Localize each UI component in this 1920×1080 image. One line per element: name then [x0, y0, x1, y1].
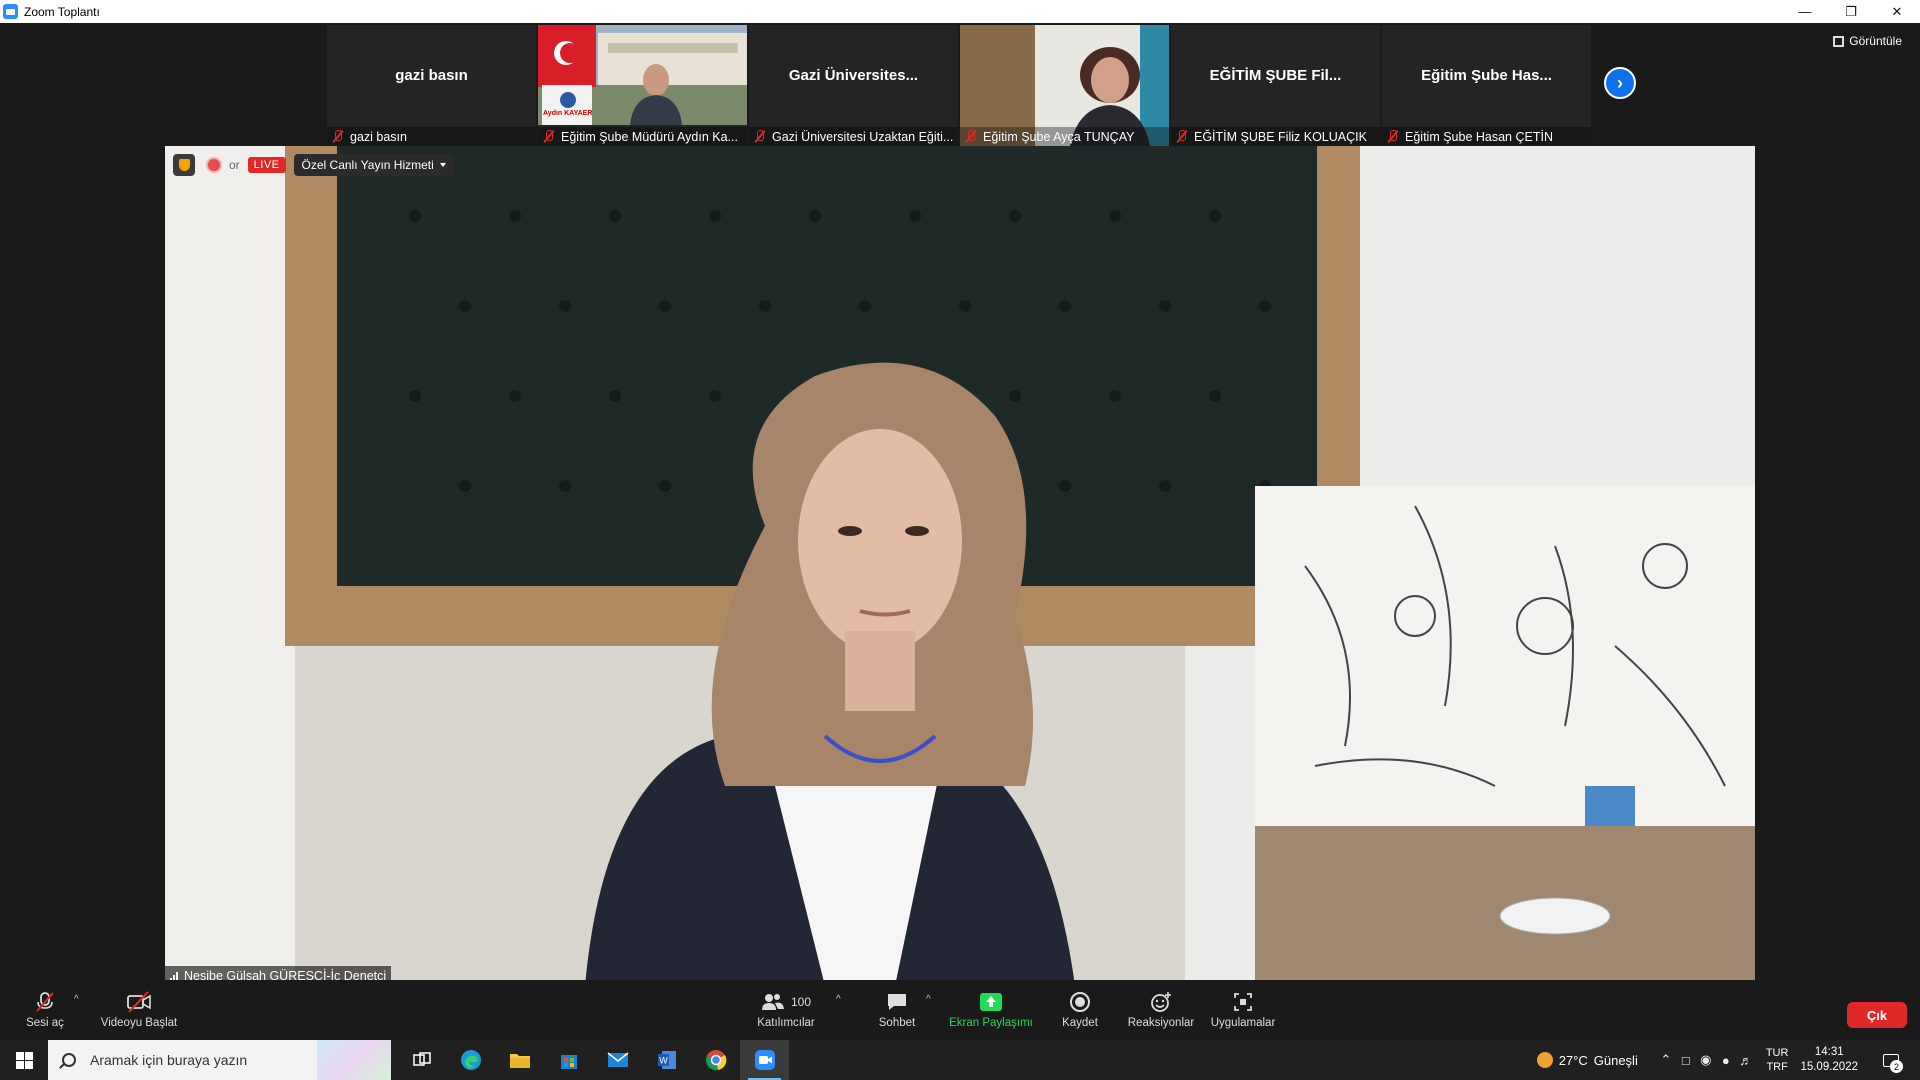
participant-tile[interactable]: Gazi Üniversites... Gazi Üniversitesi Uz… — [749, 25, 958, 146]
caret-down-icon — [439, 163, 446, 167]
smiley-icon — [1151, 992, 1171, 1012]
meeting-toolbar: Sesi aç ^ Videoyu Başlat 100 Katılımcıla… — [0, 980, 1920, 1040]
windows-logo-icon — [15, 1051, 33, 1069]
chrome-icon[interactable] — [691, 1040, 740, 1080]
windows-taskbar: Aramak için buraya yazın W 27°C Güneşli … — [0, 1040, 1920, 1080]
speaker-icon[interactable]: ♬ — [1736, 1040, 1756, 1080]
participant-strip: gazi basın gazi basın Aydın KAYAER Eğiti… — [327, 25, 1591, 146]
next-page-button[interactable]: › — [1604, 67, 1636, 99]
leave-button[interactable]: Çık — [1847, 1002, 1907, 1028]
search-icon — [62, 1053, 76, 1067]
chevron-up-icon[interactable]: ⌃ — [1656, 1040, 1676, 1080]
search-placeholder: Aramak için buraya yazın — [90, 1052, 248, 1068]
mic-muted-icon — [754, 130, 766, 143]
edge-browser-icon[interactable] — [446, 1040, 495, 1080]
recording-icon — [203, 154, 225, 176]
file-explorer-icon[interactable] — [495, 1040, 544, 1080]
participant-display-name: EĞİTİM ŞUBE Fil... — [1209, 66, 1342, 84]
participant-tile[interactable]: Aydın KAYAER Eğitim Şube Müdürü Aydın Ka… — [538, 25, 747, 146]
participant-name-label: Eğitim Şube Ayça TUNÇAY — [960, 127, 1169, 146]
participant-name-label: gazi basın — [327, 127, 536, 146]
notification-center-button[interactable]: 2 — [1876, 1040, 1906, 1080]
close-button[interactable]: ✕ — [1874, 0, 1920, 23]
clock-date: 15.09.2022 — [1800, 1061, 1858, 1073]
mail-icon[interactable] — [593, 1040, 642, 1080]
main-speaker-video: or LIVE Özel Canlı Yayın Hizmeti Nesibe … — [165, 146, 1755, 986]
grid-view-icon — [1833, 35, 1845, 47]
system-tray: 27°C Güneşli ⌃ □ ◉ ● ♬ TUR TRF 14:31 15.… — [1536, 1040, 1920, 1080]
reactions-button[interactable]: Reaksiyonlar — [1116, 990, 1206, 1029]
meeting-indicators: or LIVE Özel Canlı Yayın Hizmeti — [173, 154, 454, 176]
participants-icon — [761, 994, 784, 1010]
participant-name-label: EĞİTİM ŞUBE Filiz KOLUAÇIK — [1171, 127, 1380, 146]
participant-tile[interactable]: EĞİTİM ŞUBE Fil... EĞİTİM ŞUBE Filiz KOL… — [1171, 25, 1380, 146]
live-badge: LIVE — [247, 157, 286, 173]
chat-options-caret[interactable]: ^ — [926, 994, 931, 1005]
mic-muted-icon — [1387, 130, 1399, 143]
store-icon[interactable] — [544, 1040, 593, 1080]
participant-count: 100 — [790, 995, 812, 1009]
taskbar-search-box[interactable]: Aramak için buraya yazın — [48, 1040, 391, 1080]
network-icon[interactable]: □ — [1676, 1040, 1696, 1080]
start-button[interactable] — [0, 1040, 48, 1080]
chevron-right-icon: › — [1617, 72, 1623, 93]
taskbar-clock[interactable]: 14:31 15.09.2022 — [1800, 1045, 1858, 1075]
participants-button[interactable]: 100 Katılımcılar — [741, 990, 831, 1029]
participant-name-label: Gazi Üniversitesi Uzaktan Eğiti... — [749, 127, 958, 146]
recording-status-text: or — [229, 158, 240, 172]
mic-muted-icon — [36, 992, 54, 1012]
restore-button[interactable]: ❐ — [1828, 0, 1874, 23]
share-screen-icon — [980, 993, 1002, 1011]
minimize-button[interactable]: — — [1782, 0, 1828, 23]
weather-widget[interactable]: 27°C Güneşli — [1536, 1052, 1638, 1068]
speaker-video-frame — [165, 146, 1755, 986]
task-view-icon[interactable] — [397, 1040, 446, 1080]
camera-icon[interactable]: ◉ — [1696, 1040, 1716, 1080]
participant-display-name: Eğitim Şube Has... — [1421, 66, 1552, 84]
svg-text:W: W — [659, 1056, 668, 1066]
meeting-area: gazi basın gazi basın Aydın KAYAER Eğiti… — [0, 23, 1920, 986]
participant-tile[interactable]: gazi basın gazi basın — [327, 25, 536, 146]
word-icon[interactable]: W — [642, 1040, 691, 1080]
apps-icon — [1234, 993, 1252, 1011]
participant-name-label: Eğitim Şube Müdürü Aydın Ka... — [538, 127, 747, 146]
microphone-icon[interactable]: ● — [1716, 1040, 1736, 1080]
notification-count: 2 — [1890, 1060, 1903, 1073]
apps-button[interactable]: Uygulamalar — [1198, 990, 1288, 1029]
mic-muted-icon — [332, 130, 344, 143]
input-language[interactable]: TUR TRF — [1766, 1046, 1789, 1074]
participants-options-caret[interactable]: ^ — [836, 994, 841, 1005]
chat-icon — [888, 994, 906, 1010]
participant-tile[interactable]: Eğitim Şube Has... Eğitim Şube Hasan ÇET… — [1382, 25, 1591, 146]
participant-display-name: gazi basın — [395, 66, 468, 84]
zoom-taskbar-icon[interactable] — [740, 1040, 789, 1080]
video-caption: Aydın KAYAER — [543, 110, 593, 117]
audio-options-caret[interactable]: ^ — [74, 994, 79, 1005]
mic-muted-icon — [543, 130, 555, 143]
clock-time: 14:31 — [1814, 1046, 1844, 1058]
participant-tile[interactable]: Eğitim Şube Ayça TUNÇAY — [960, 25, 1169, 146]
shield-icon[interactable] — [173, 154, 195, 176]
live-service-dropdown[interactable]: Özel Canlı Yayın Hizmeti — [293, 154, 454, 176]
record-icon — [1070, 992, 1090, 1012]
sun-icon — [1536, 1052, 1553, 1068]
participant-display-name: Gazi Üniversites... — [788, 66, 919, 84]
window-titlebar: Zoom Toplantı — ❐ ✕ — [0, 0, 1920, 23]
mic-muted-icon — [1176, 130, 1188, 143]
start-video-button[interactable]: Videoyu Başlat — [94, 990, 184, 1029]
share-screen-button[interactable]: Ekran Paylaşımı — [946, 990, 1036, 1029]
window-title: Zoom Toplantı — [24, 4, 100, 19]
search-highlight-image — [317, 1040, 391, 1080]
participant-name-label: Eğitim Şube Hasan ÇETİN — [1382, 127, 1591, 146]
video-off-icon — [127, 991, 151, 1013]
record-button[interactable]: Kaydet — [1035, 990, 1125, 1029]
mic-muted-icon — [965, 130, 977, 143]
zoom-app-icon — [3, 4, 18, 19]
view-button[interactable]: Görüntüle — [1833, 34, 1902, 48]
